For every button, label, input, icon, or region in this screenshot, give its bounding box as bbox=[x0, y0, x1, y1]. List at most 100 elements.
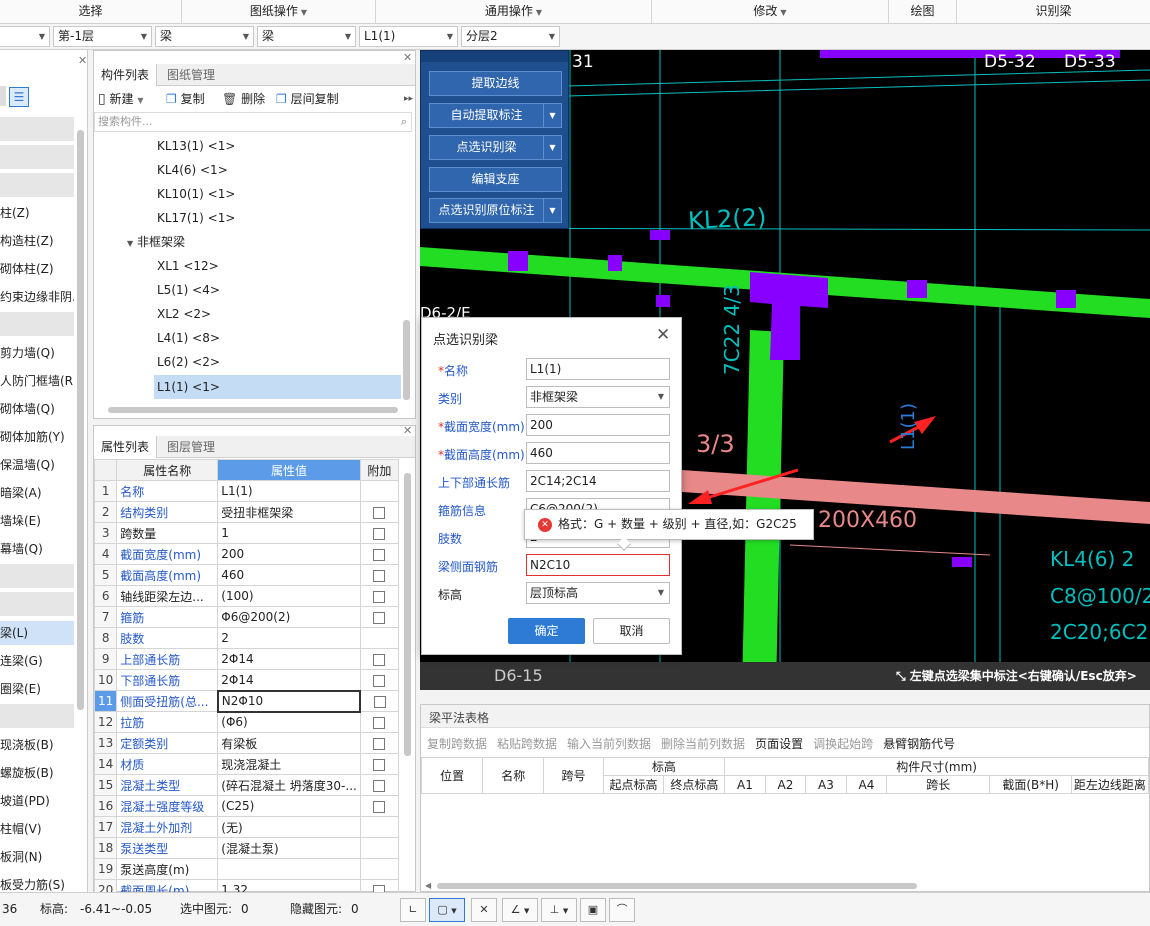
property-row[interactable]: 13 定额类别 有梁板 bbox=[93, 732, 399, 754]
prop-value[interactable]: 460 bbox=[217, 564, 361, 586]
nav-group-header[interactable] bbox=[0, 145, 74, 169]
tab-component-list[interactable]: 构件列表 bbox=[94, 64, 158, 86]
close-icon[interactable]: ✕ bbox=[78, 54, 87, 67]
paste-span-data-button[interactable]: 粘贴跨数据 bbox=[497, 737, 557, 751]
close-icon[interactable]: ✕ bbox=[403, 51, 412, 64]
property-row[interactable]: 4 截面宽度(mm) 200 bbox=[93, 543, 399, 565]
tree-hscroll[interactable] bbox=[108, 407, 398, 413]
input-column-button[interactable]: 输入当前列数据 bbox=[567, 737, 651, 751]
field-input[interactable]: N2C10 bbox=[526, 554, 670, 576]
prop-value[interactable]: (Φ6) bbox=[217, 711, 361, 733]
prop-value[interactable]: (C25) bbox=[217, 795, 361, 817]
nav-item-ramp[interactable]: 坡道(PD) bbox=[0, 789, 74, 813]
tree-item[interactable]: XL2 <2> bbox=[157, 302, 211, 326]
prop-value[interactable]: Φ6@200(2) bbox=[217, 606, 361, 628]
ribbon-select[interactable]: 选择 bbox=[0, 0, 182, 23]
prop-value[interactable]: (100) bbox=[217, 585, 361, 607]
property-row[interactable]: 8 肢数 2 bbox=[93, 627, 399, 649]
property-row[interactable]: 16 混凝土强度等级 (C25) bbox=[93, 795, 399, 817]
cancel-button[interactable]: 取消 bbox=[593, 618, 670, 644]
prop-value[interactable] bbox=[217, 858, 361, 880]
property-row[interactable]: 7 箍筋 Φ6@200(2) bbox=[93, 606, 399, 628]
ribbon-recognize-beam[interactable]: 识别梁 bbox=[957, 0, 1150, 23]
delete-button[interactable]: 🗑 删除 bbox=[222, 87, 265, 111]
nav-view-icon[interactable] bbox=[0, 86, 6, 106]
property-row[interactable]: 9 上部通长筋 2Φ14 bbox=[93, 648, 399, 670]
layer-select[interactable]: 分层2 ▼ bbox=[461, 26, 560, 47]
nav-scrollbar[interactable] bbox=[77, 130, 84, 710]
property-row[interactable]: 10 下部通长筋 2Φ14 bbox=[93, 669, 399, 691]
floor-copy-button[interactable]: ❐ 层间复制 bbox=[276, 87, 339, 111]
field-input[interactable]: L1(1) bbox=[526, 358, 670, 380]
tab-drawing-management[interactable]: 图纸管理 bbox=[160, 64, 222, 86]
property-row[interactable]: 19 泵送高度(m) bbox=[93, 858, 399, 880]
property-row[interactable]: 1 名称 L1(1) bbox=[93, 480, 399, 502]
nav-item-beam[interactable]: 梁(L) bbox=[0, 621, 74, 645]
prop-value[interactable]: N2Φ10 bbox=[216, 689, 362, 713]
tree-item[interactable]: L6(2) <2> bbox=[157, 350, 220, 374]
property-row[interactable]: 17 混凝土外加剂 (无) bbox=[93, 816, 399, 838]
tree-item[interactable]: KL10(1) <1> bbox=[157, 182, 235, 206]
nav-item-coupling-beam[interactable]: 连梁(G) bbox=[0, 649, 74, 673]
cross-icon[interactable]: ✕ bbox=[471, 898, 497, 922]
property-row[interactable]: 15 混凝土类型 (碎石混凝土 坍落度30-... bbox=[93, 774, 399, 796]
copy-button[interactable]: ❐ 复制 bbox=[166, 87, 205, 111]
list-view-icon[interactable]: ☰ bbox=[9, 87, 29, 107]
prop-value[interactable]: 2Φ14 bbox=[217, 669, 361, 691]
confirm-button[interactable]: 确定 bbox=[508, 618, 585, 644]
nav-group-header[interactable] bbox=[0, 592, 74, 616]
edit-support-button[interactable]: 编辑支座 bbox=[429, 167, 562, 192]
extra-checkbox[interactable] bbox=[373, 737, 386, 750]
nav-item-civil-defense-wall[interactable]: 人防门框墙(RF bbox=[0, 369, 74, 393]
extra-checkbox[interactable] bbox=[373, 590, 386, 603]
nav-item-masonry-column[interactable]: 砌体柱(Z) bbox=[0, 257, 74, 281]
extra-checkbox[interactable] bbox=[373, 779, 386, 792]
nav-item-constructional-column[interactable]: 构造柱(Z) bbox=[0, 229, 74, 253]
ribbon-draw[interactable]: 绘图 bbox=[889, 0, 957, 23]
type-select[interactable]: 梁 ▼ bbox=[257, 26, 356, 47]
extra-checkbox[interactable] bbox=[373, 716, 386, 729]
angle-icon[interactable]: ∠ ▼ bbox=[502, 898, 538, 922]
prop-value[interactable]: 有梁板 bbox=[217, 732, 361, 754]
chevron-down-icon[interactable]: ▼ bbox=[543, 136, 561, 159]
nav-group-header[interactable] bbox=[0, 117, 74, 141]
nav-item-cast-slab[interactable]: 现浇板(B) bbox=[0, 733, 74, 757]
property-row[interactable]: 5 截面高度(mm) 460 bbox=[93, 564, 399, 586]
property-row[interactable]: 11 侧面受扭筋(总... N2Φ10 bbox=[93, 689, 399, 713]
prop-value[interactable]: 2Φ14 bbox=[217, 648, 361, 670]
component-select[interactable]: L1(1) ▼ bbox=[359, 26, 458, 47]
nav-group-header[interactable] bbox=[0, 564, 74, 588]
component-search-input[interactable]: 搜索构件... ⌕ bbox=[94, 112, 412, 132]
pick-recognize-beam-button[interactable]: 点选识别梁 ▼ bbox=[429, 135, 562, 160]
nav-item-column-cap[interactable]: 柱帽(V) bbox=[0, 817, 74, 841]
offset-icon[interactable]: ⊥ ▼ bbox=[541, 898, 577, 922]
extra-checkbox[interactable] bbox=[373, 569, 386, 582]
close-icon[interactable]: ✕ bbox=[656, 325, 670, 345]
prop-value[interactable]: 现浇混凝土 bbox=[217, 753, 361, 775]
nav-item-wall-pier[interactable]: 墙垛(E) bbox=[0, 509, 74, 533]
auto-extract-label-button[interactable]: 自动提取标注 ▼ bbox=[429, 103, 562, 128]
extra-checkbox[interactable] bbox=[373, 506, 386, 519]
property-row[interactable]: 2 结构类别 受扭非框架梁 bbox=[93, 501, 399, 523]
nav-item-column[interactable]: 柱(Z) bbox=[0, 201, 74, 225]
property-vscroll[interactable] bbox=[404, 473, 411, 756]
extra-checkbox[interactable] bbox=[373, 611, 386, 624]
tree-vscroll[interactable] bbox=[403, 320, 410, 400]
field-select[interactable]: 非框架梁 ▼ bbox=[526, 386, 670, 408]
property-row[interactable]: 12 拉筋 (Φ6) bbox=[93, 711, 399, 733]
nav-item-masonry-wall[interactable]: 砌体墙(Q) bbox=[0, 397, 74, 421]
prop-value[interactable]: (无) bbox=[217, 816, 361, 838]
extra-checkbox[interactable] bbox=[373, 653, 386, 666]
delete-column-button[interactable]: 删除当前列数据 bbox=[661, 737, 745, 751]
tree-item[interactable]: L4(1) <8> bbox=[157, 326, 220, 350]
property-row[interactable]: 3 跨数量 1 bbox=[93, 522, 399, 544]
floor-select[interactable]: 第-1层 ▼ bbox=[53, 26, 152, 47]
beam-table-hscroll[interactable] bbox=[437, 883, 917, 889]
orthogonal-icon[interactable]: ∟ bbox=[400, 898, 426, 922]
nav-group-header[interactable] bbox=[0, 312, 74, 336]
nav-item-ring-beam[interactable]: 圈梁(E) bbox=[0, 677, 74, 701]
nav-item-shear-wall[interactable]: 剪力墙(Q) bbox=[0, 341, 74, 365]
extra-checkbox[interactable] bbox=[373, 695, 386, 708]
extra-checkbox[interactable] bbox=[373, 548, 386, 561]
page-settings-button[interactable]: 页面设置 bbox=[755, 737, 803, 751]
